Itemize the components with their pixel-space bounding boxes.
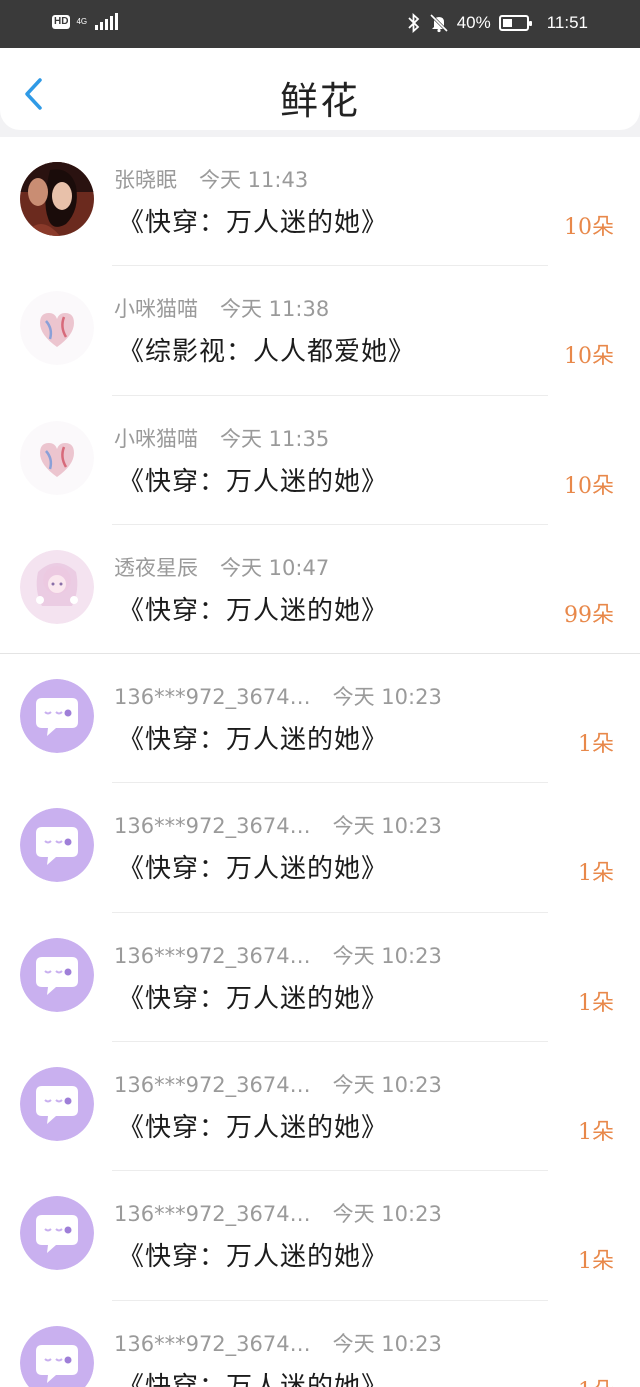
status-left: HD 4G <box>52 13 119 30</box>
book-title[interactable]: 《综影视：人人都爱她》 <box>118 331 415 368</box>
photo-avatar-image <box>20 162 94 236</box>
flower-count: 1朵 <box>578 1373 614 1387</box>
avatar[interactable] <box>20 420 94 495</box>
flower-count: 1朵 <box>578 861 614 887</box>
timestamp: 今天 10:23 <box>332 1202 442 1227</box>
list-item[interactable]: 136***972_3674… 今天 10:23 《快穿：万人迷的她》 1朵 <box>0 1171 640 1301</box>
item-meta: 136***972_3674… 今天 10:23 <box>114 940 442 970</box>
avatar[interactable] <box>20 549 94 624</box>
flower-count: 99朵 <box>564 602 614 628</box>
flower-count: 10朵 <box>564 344 614 370</box>
top-navigation-bar: 鲜花 <box>0 48 640 130</box>
timestamp: 今天 10:23 <box>332 814 442 839</box>
list-item[interactable]: 136***972_3674… 今天 10:23 《快穿：万人迷的她》 1朵 <box>0 913 640 1043</box>
book-title[interactable]: 《快穿：万人迷的她》 <box>118 978 388 1015</box>
timestamp: 今天 10:23 <box>332 1331 442 1356</box>
heart-avatar-image <box>20 291 94 366</box>
item-meta: 小咪猫喵 今天 11:38 <box>114 293 329 323</box>
list-item[interactable]: 张晓眠 今天 11:43 《快穿：万人迷的她》 10朵 <box>0 137 640 267</box>
book-title[interactable]: 《快穿：万人迷的她》 <box>118 1236 388 1273</box>
item-meta: 透夜星辰 今天 10:47 <box>114 552 329 582</box>
avatar[interactable] <box>20 291 94 366</box>
heart-avatar-image <box>20 420 94 495</box>
battery-percent: 40% <box>456 13 491 32</box>
avatar[interactable] <box>20 162 94 236</box>
bluetooth-icon <box>408 13 419 33</box>
avatar[interactable] <box>20 1196 94 1271</box>
chat-bubble-icon <box>20 1196 94 1271</box>
status-bar: HD 4G 40% 11:51 <box>0 0 640 48</box>
list-item[interactable]: 透夜星辰 今天 10:47 《快穿：万人迷的她》 99朵 <box>0 525 640 655</box>
user-name[interactable]: 透夜星辰 <box>114 556 198 580</box>
timestamp: 今天 10:47 <box>220 555 330 580</box>
user-name[interactable]: 136***972_3674… <box>114 1073 311 1097</box>
status-right: 40% 11:51 <box>407 13 588 33</box>
timestamp: 今天 11:35 <box>220 426 330 451</box>
clock: 11:51 <box>546 13 588 32</box>
user-name[interactable]: 136***972_3674… <box>114 1332 311 1356</box>
user-name[interactable]: 136***972_3674… <box>114 814 311 838</box>
list-item[interactable]: 小咪猫喵 今天 11:35 《快穿：万人迷的她》 10朵 <box>0 396 640 525</box>
item-meta: 136***972_3674… 今天 10:23 <box>114 1198 442 1228</box>
user-name[interactable]: 小咪猫喵 <box>114 427 198 451</box>
avatar[interactable] <box>20 937 94 1012</box>
chat-bubble-icon <box>20 937 94 1012</box>
timestamp: 今天 11:38 <box>220 297 330 322</box>
timestamp: 今天 10:23 <box>332 943 442 968</box>
book-title[interactable]: 《快穿：万人迷的她》 <box>118 1366 388 1387</box>
timestamp: 今天 10:23 <box>332 1073 442 1098</box>
hd-badge: HD <box>52 15 71 29</box>
flower-count: 1朵 <box>578 1120 614 1146</box>
network-type: 4G <box>76 17 88 26</box>
signal-icon <box>95 13 119 30</box>
book-title[interactable]: 《快穿：万人迷的她》 <box>118 719 388 756</box>
list-item[interactable]: 136***972_3674… 今天 10:23 《快穿：万人迷的她》 1朵 <box>0 783 640 913</box>
flower-count: 10朵 <box>564 215 614 240</box>
chat-bubble-icon <box>20 1067 94 1142</box>
page-title: 鲜花 <box>279 79 360 123</box>
user-name[interactable]: 136***972_3674… <box>114 1202 311 1226</box>
item-meta: 136***972_3674… 今天 10:23 <box>114 1328 442 1358</box>
book-title[interactable]: 《快穿：万人迷的她》 <box>118 590 388 627</box>
flower-count: 1朵 <box>578 732 614 758</box>
list-item[interactable]: 小咪猫喵 今天 11:38 《综影视：人人都爱她》 10朵 <box>0 266 640 396</box>
timestamp: 今天 11:43 <box>199 168 309 192</box>
book-title[interactable]: 《快穿：万人迷的她》 <box>118 1107 388 1144</box>
list-item[interactable]: 136***972_3674… 今天 10:23 《快穿：万人迷的她》 1朵 <box>0 1042 640 1172</box>
anime-avatar-image <box>20 549 94 624</box>
flower-count: 1朵 <box>578 990 614 1016</box>
user-name[interactable]: 小咪猫喵 <box>114 297 198 321</box>
item-meta: 张晓眠 今天 11:43 <box>114 164 308 194</box>
user-name[interactable]: 136***972_3674… <box>114 944 311 968</box>
flower-count: 10朵 <box>564 473 614 499</box>
user-name[interactable]: 136***972_3674… <box>114 685 311 709</box>
chat-bubble-icon <box>20 679 94 754</box>
timestamp: 今天 10:23 <box>332 685 442 710</box>
flower-count: 1朵 <box>578 1249 614 1275</box>
book-title[interactable]: 《快穿：万人迷的她》 <box>118 202 388 239</box>
avatar[interactable] <box>20 1325 94 1387</box>
item-meta: 小咪猫喵 今天 11:35 <box>114 423 329 453</box>
avatar[interactable] <box>20 1067 94 1142</box>
battery-fill <box>502 19 512 27</box>
item-meta: 136***972_3674… 今天 10:23 <box>114 681 442 711</box>
list-item[interactable]: 136***972_3674… 今天 10:23 《快穿：万人迷的她》 1朵 <box>0 654 640 784</box>
chat-bubble-icon <box>20 808 94 883</box>
mute-bell-icon <box>429 13 448 33</box>
book-title[interactable]: 《快穿：万人迷的她》 <box>118 848 388 885</box>
list-item[interactable]: 136***972_3674… 今天 10:23 《快穿：万人迷的她》 1朵 <box>0 1301 640 1387</box>
avatar[interactable] <box>20 808 94 883</box>
battery-icon <box>498 15 532 31</box>
item-meta: 136***972_3674… 今天 10:23 <box>114 1069 442 1099</box>
item-meta: 136***972_3674… 今天 10:23 <box>114 810 442 840</box>
flower-list: 张晓眠 今天 11:43 《快穿：万人迷的她》 10朵 小咪猫喵 今天 11:38 《综影视… <box>0 137 640 1387</box>
chat-bubble-icon <box>20 1325 94 1387</box>
book-title[interactable]: 《快穿：万人迷的她》 <box>118 461 388 498</box>
user-name[interactable]: 张晓眠 <box>114 168 177 192</box>
avatar[interactable] <box>20 679 94 754</box>
